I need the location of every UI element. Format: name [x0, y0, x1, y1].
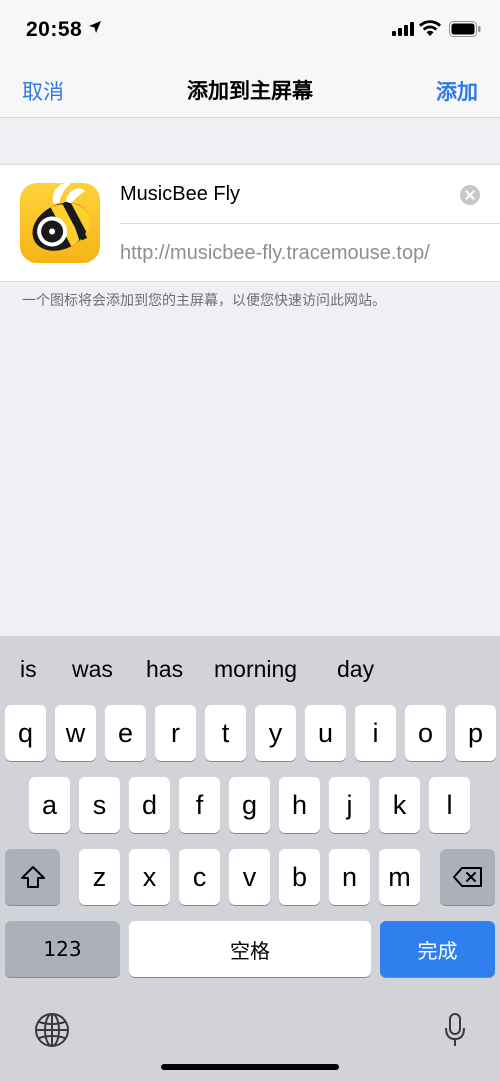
status-bar: 20:58: [0, 0, 500, 60]
numbers-key[interactable]: 123: [5, 921, 120, 977]
key-w[interactable]: w: [55, 705, 96, 761]
done-key[interactable]: 完成: [380, 921, 495, 977]
location-arrow-icon: [89, 21, 101, 33]
clear-icon[interactable]: [460, 185, 480, 205]
key-o[interactable]: o: [405, 705, 446, 761]
status-time: 20:58: [26, 18, 83, 41]
keyboard-bottom-bar: [0, 1000, 500, 1082]
home-indicator[interactable]: [161, 1064, 339, 1070]
key-m[interactable]: m: [379, 849, 420, 905]
key-h[interactable]: h: [279, 777, 320, 833]
wifi-icon: [419, 20, 441, 36]
key-c[interactable]: c: [179, 849, 220, 905]
page-title: 添加到主屏幕: [187, 79, 313, 103]
key-d[interactable]: d: [129, 777, 170, 833]
suggestion-item[interactable]: day: [337, 656, 374, 683]
key-t[interactable]: t: [205, 705, 246, 761]
suggestion-item[interactable]: morning: [214, 656, 297, 683]
key-y[interactable]: y: [255, 705, 296, 761]
key-s[interactable]: s: [79, 777, 120, 833]
key-p[interactable]: p: [455, 705, 496, 761]
key-z[interactable]: z: [79, 849, 120, 905]
divider: [120, 223, 500, 224]
backspace-key[interactable]: [440, 849, 495, 905]
key-b[interactable]: b: [279, 849, 320, 905]
backspace-icon: [452, 867, 482, 887]
key-g[interactable]: g: [229, 777, 270, 833]
hint-text: 一个图标将会添加到您的主屏幕，以便您快速访问此网站。: [22, 293, 386, 309]
suggestion-item[interactable]: is: [20, 656, 37, 683]
add-button[interactable]: 添加: [436, 76, 478, 106]
key-x[interactable]: x: [129, 849, 170, 905]
key-l[interactable]: l: [429, 777, 470, 833]
suggestion-item[interactable]: was: [72, 656, 113, 683]
musicbee-app-icon: [20, 183, 100, 263]
bookmark-card: http://musicbee-fly.tracemouse.top/: [0, 164, 500, 282]
key-e[interactable]: e: [105, 705, 146, 761]
key-j[interactable]: j: [329, 777, 370, 833]
space-key[interactable]: 空格: [129, 921, 371, 977]
title-input[interactable]: [120, 179, 440, 209]
suggestion-item[interactable]: has: [146, 656, 183, 683]
navigation-bar: 取消 添加到主屏幕 添加: [0, 60, 500, 118]
shift-key[interactable]: [5, 849, 60, 905]
keyboard: is was has morning day q w e r t y u i o…: [0, 636, 500, 1082]
url-label: http://musicbee-fly.tracemouse.top/: [120, 242, 430, 264]
microphone-icon[interactable]: [444, 1012, 466, 1048]
shift-icon: [20, 866, 45, 888]
key-k[interactable]: k: [379, 777, 420, 833]
key-u[interactable]: u: [305, 705, 346, 761]
key-q[interactable]: q: [5, 705, 46, 761]
key-a[interactable]: a: [29, 777, 70, 833]
key-i[interactable]: i: [355, 705, 396, 761]
key-v[interactable]: v: [229, 849, 270, 905]
cellular-signal-icon: [392, 22, 414, 36]
key-r[interactable]: r: [155, 705, 196, 761]
globe-icon[interactable]: [34, 1012, 70, 1048]
suggestion-bar: is was has morning day: [0, 636, 500, 702]
key-f[interactable]: f: [179, 777, 220, 833]
name-field: [120, 165, 500, 223]
key-n[interactable]: n: [329, 849, 370, 905]
battery-icon: [449, 21, 481, 37]
